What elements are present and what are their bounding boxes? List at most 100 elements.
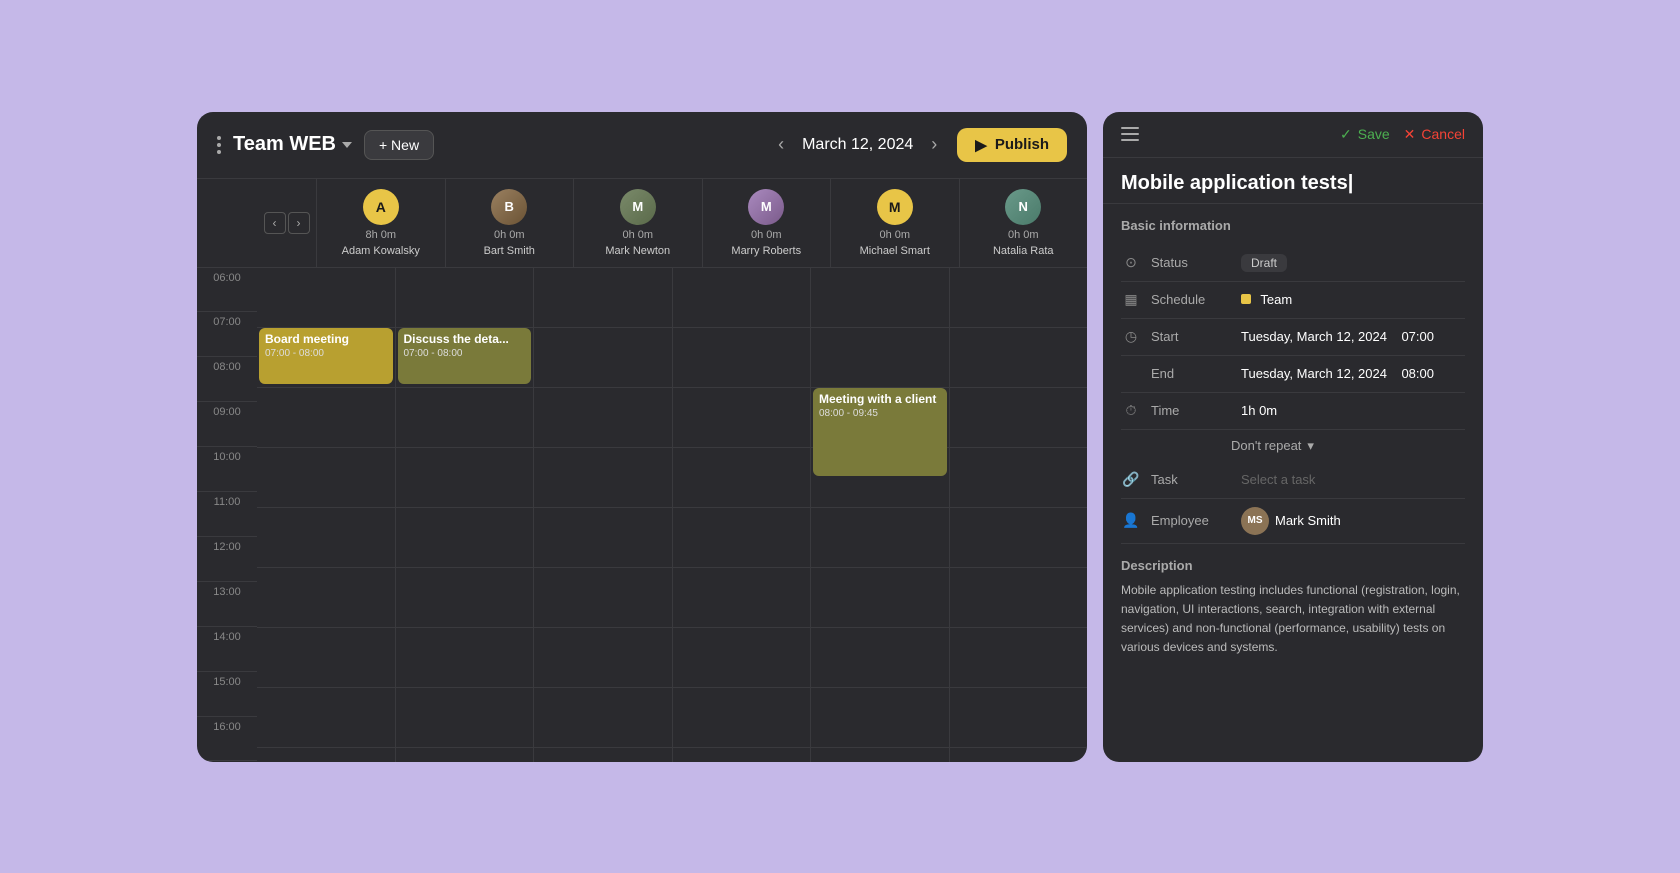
members-row: ‹ › A 8h 0m Adam Kowalsky B 0h 0m Bart S… [197,179,1087,268]
avatar-michael: M [877,189,913,225]
start-row: ◷ Start Tuesday, March 12, 2024 07:00 [1121,319,1465,356]
member-col-michael[interactable]: M 0h 0m Michael Smart [831,179,960,267]
time-1600: 16:00 [197,717,257,762]
task-row: 🔗 Task Select a task [1121,462,1465,499]
avatar-natalia: N [1005,189,1041,225]
member-col-natalia[interactable]: N 0h 0m Natalia Rata [960,179,1088,267]
hours-marry: 0h 0m [751,229,782,241]
publish-icon: ▶ [975,136,987,154]
hours-michael: 0h 0m [879,229,910,241]
event-meeting-title: Meeting with a client [819,392,941,406]
new-button[interactable]: + New [364,130,434,160]
time-1000: 10:00 [197,447,257,492]
event-meeting-time: 08:00 - 09:45 [819,408,941,419]
time-0700: 07:00 [197,312,257,357]
member-col-marry[interactable]: M 0h 0m Marry Roberts [703,179,832,267]
task-placeholder: Select a task [1241,472,1315,487]
schedule-icon: ▦ [1121,290,1141,310]
x-icon: ✕ [1404,126,1416,143]
status-value: Draft [1241,255,1465,270]
employee-row: 👤 Employee MS Mark Smith [1121,499,1465,544]
detail-panel: ✓ Save ✕ Cancel Mobile application tests… [1103,112,1483,762]
avatar-marry: M [748,189,784,225]
name-marry: Marry Roberts [731,245,801,257]
time-0900: 09:00 [197,402,257,447]
employee-icon: 👤 [1121,511,1141,531]
calendar-panel: Team WEB + New ‹ March 12, 2024 › ▶ Publ… [197,112,1087,762]
avatar-bart: B [491,189,527,225]
cancel-button[interactable]: ✕ Cancel [1404,126,1465,143]
task-value[interactable]: Select a task [1241,472,1465,487]
prev-date-button[interactable]: ‹ [770,130,792,159]
schedule-row: ▦ Schedule Team [1121,282,1465,319]
publish-button[interactable]: ▶ Publish [957,128,1067,162]
status-badge: Draft [1241,254,1287,272]
column-michael: Meeting with a client 08:00 - 09:45 [811,268,950,762]
schedule-value: Team [1241,292,1465,307]
description-section: Description Mobile application testing i… [1121,558,1465,658]
schedule-dot [1241,294,1251,304]
members-next-button[interactable]: › [288,212,310,234]
team-name[interactable]: Team WEB [233,133,352,156]
column-adam: Board meeting 07:00 - 08:00 [257,268,396,762]
hours-adam: 8h 0m [365,229,396,241]
time-0600: 06:00 [197,268,257,313]
time-value: 1h 0m [1241,403,1465,418]
employee-value: MS Mark Smith [1241,507,1465,535]
end-value: Tuesday, March 12, 2024 08:00 [1241,366,1465,381]
employee-key: Employee [1151,513,1231,528]
save-button[interactable]: ✓ Save [1340,126,1390,143]
avatar-adam: A [363,189,399,225]
end-key: End [1151,366,1231,381]
description-text: Mobile application testing includes func… [1121,581,1465,658]
member-col-mark[interactable]: M 0h 0m Mark Newton [574,179,703,267]
time-key: Time [1151,403,1231,418]
repeat-chevron-icon: ▾ [1307,438,1314,454]
event-discuss-time: 07:00 - 08:00 [404,348,526,359]
employee-avatar: MS [1241,507,1269,535]
name-adam: Adam Kowalsky [342,245,420,257]
status-key: Status [1151,255,1231,270]
description-title: Description [1121,558,1465,573]
detail-title[interactable]: Mobile application tests| [1103,158,1483,204]
task-key: Task [1151,472,1231,487]
name-natalia: Natalia Rata [993,245,1054,257]
check-icon: ✓ [1340,126,1352,143]
repeat-select[interactable]: Don't repeat ▾ [1231,438,1314,454]
grid-content: Board meeting 07:00 - 08:00 [257,268,1087,762]
member-col-bart[interactable]: B 0h 0m Bart Smith [446,179,575,267]
current-date: March 12, 2024 [802,136,913,154]
hours-mark: 0h 0m [622,229,653,241]
next-date-button[interactable]: › [923,130,945,159]
members-prev-button[interactable]: ‹ [264,212,286,234]
time-0800: 08:00 [197,357,257,402]
time-row: ⏱ Time 1h 0m [1121,393,1465,430]
start-value: Tuesday, March 12, 2024 07:00 [1241,329,1465,344]
column-natalia [950,268,1088,762]
repeat-row: Don't repeat ▾ [1231,430,1465,462]
member-col-adam[interactable]: A 8h 0m Adam Kowalsky [317,179,446,267]
menu-dots-icon[interactable] [217,136,221,154]
time-1100: 11:00 [197,492,257,537]
basic-info-label: Basic information [1121,218,1465,233]
time-1200: 12:00 [197,537,257,582]
time-1500: 15:00 [197,672,257,717]
status-row: ⊙ Status Draft [1121,245,1465,282]
time-1400: 14:00 [197,627,257,672]
event-board-title: Board meeting [265,332,387,346]
schedule-key: Schedule [1151,292,1231,307]
start-key: Start [1151,329,1231,344]
status-icon: ⊙ [1121,253,1141,273]
hamburger-icon[interactable] [1121,127,1139,141]
calendar-header: Team WEB + New ‹ March 12, 2024 › ▶ Publ… [197,112,1087,179]
event-discuss[interactable]: Discuss the deta... 07:00 - 08:00 [398,328,532,384]
event-board-meeting[interactable]: Board meeting 07:00 - 08:00 [259,328,393,384]
column-marry [673,268,812,762]
column-bart: Discuss the deta... 07:00 - 08:00 [396,268,535,762]
time-column: 06:00 07:00 08:00 09:00 10:00 11:00 12:0… [197,268,257,762]
detail-header: ✓ Save ✕ Cancel [1103,112,1483,158]
time-icon: ⏱ [1121,401,1141,421]
event-meeting-client[interactable]: Meeting with a client 08:00 - 09:45 [813,388,947,476]
name-michael: Michael Smart [860,245,930,257]
detail-body: Basic information ⊙ Status Draft ▦ Sched… [1103,204,1483,762]
